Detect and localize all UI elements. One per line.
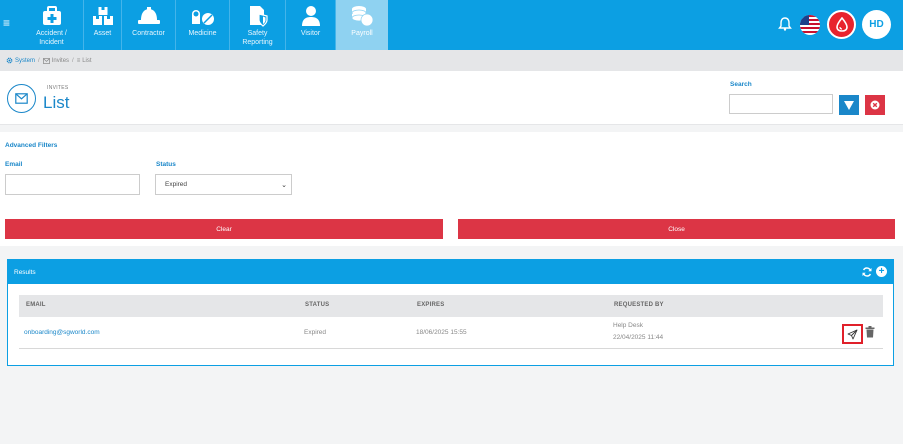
clear-button[interactable]: Clear [5,219,443,239]
gear-icon [6,57,13,64]
envelope-icon [42,57,50,64]
breadcrumb-label: System [15,57,36,64]
breadcrumb-label: Invites [51,57,70,64]
close-button[interactable]: Close [458,219,895,239]
status-label: Status [156,161,176,168]
page-header: INVITES List Search [0,71,903,125]
nav-label: Visitor [300,30,321,37]
nav-label: Asset [93,30,112,37]
breadcrumb-separator: / [38,57,40,64]
safety-report-icon [247,5,269,27]
resend-invite-button[interactable] [842,324,863,344]
reset-search-button[interactable] [865,95,885,115]
nav-label: Safety Reporting [242,30,273,46]
table-header: EMAIL STATUS EXPIRES REQUESTED BY [19,295,883,317]
row-requested-by: Help Desk [613,322,643,329]
search-input[interactable] [729,94,833,114]
trash-icon[interactable] [865,326,875,338]
nav-item-safety-reporting[interactable]: Safety Reporting [230,0,286,50]
breadcrumb-invites[interactable]: Invites [42,57,70,64]
refresh-icon[interactable] [862,267,872,277]
status-select[interactable]: Expired ⌄ [155,174,292,195]
column-header-email[interactable]: EMAIL [26,302,46,308]
pills-icon [191,5,215,27]
email-label: Email [5,161,23,168]
filter-toggle-button[interactable] [839,95,859,115]
status-select-value: Expired [165,181,188,188]
us-flag-icon[interactable] [800,15,820,35]
user-avatar[interactable]: HD [862,10,891,39]
person-icon [300,5,322,27]
drop-icon [835,17,848,32]
nav-item-payroll[interactable]: Payroll [336,0,388,50]
hard-hat-icon [137,5,161,27]
breadcrumb-list: ≡ List [77,58,92,64]
breadcrumb-system[interactable]: System [6,57,35,64]
nav-label: Contractor [132,30,165,37]
column-header-expires[interactable]: EXPIRES [417,302,444,308]
nav-item-accident-incident[interactable]: Accident / Incident [20,0,84,50]
nav-item-medicine[interactable]: Medicine [176,0,230,50]
envelope-icon [7,84,36,113]
results-title: Results [14,268,36,276]
close-circle-icon [870,100,880,110]
nav-label: Medicine [188,30,217,37]
page-title: List [43,93,70,112]
coins-icon [350,5,374,27]
nav-item-visitor[interactable]: Visitor [286,0,336,50]
breadcrumb-label: List [82,57,92,64]
column-header-requested-by[interactable]: REQUESTED BY [614,302,664,308]
blood-drop-button[interactable] [827,10,856,39]
row-email-link[interactable]: onboarding@sgworld.com [24,329,100,336]
notification-bell-icon[interactable] [778,17,792,31]
add-icon[interactable]: + [876,266,887,277]
email-filter-input[interactable] [5,174,140,195]
page-kicker: INVITES [47,85,69,91]
send-icon [847,329,858,339]
breadcrumb: System / Invites / ≡ List [0,50,903,71]
top-navigation-bar: ≡ Accident / Incident Asset Contractor M… [0,0,903,50]
nav-item-contractor[interactable]: Contractor [122,0,176,50]
advanced-filters-panel: Advanced Filters Email Status Expired ⌄ … [0,132,903,246]
breadcrumb-separator: / [72,57,74,64]
hamburger-menu-icon[interactable]: ≡ [3,16,13,30]
filter-icon [844,100,854,110]
results-header: Results [8,260,893,284]
list-icon: ≡ [76,57,81,64]
boxes-icon [92,5,114,27]
row-requested-at: 22/04/2025 11:44 [613,334,664,341]
nav-item-asset[interactable]: Asset [84,0,122,50]
search-label: Search [730,81,752,88]
nav-label: Accident / Incident [36,30,67,46]
column-header-status[interactable]: STATUS [305,302,329,308]
chevron-down-icon: ⌄ [281,182,287,189]
advanced-filters-title: Advanced Filters [5,142,58,149]
nav-label: Payroll [351,30,373,37]
results-panel: Results + EMAIL STATUS EXPIRES REQUESTED… [7,259,894,366]
row-status: Expired [304,329,327,336]
results-table: EMAIL STATUS EXPIRES REQUESTED BY onboar… [19,295,883,349]
row-expires: 18/06/2025 15:55 [416,329,467,336]
table-row: onboarding@sgworld.com Expired 18/06/202… [19,317,883,349]
first-aid-kit-icon [42,5,62,27]
